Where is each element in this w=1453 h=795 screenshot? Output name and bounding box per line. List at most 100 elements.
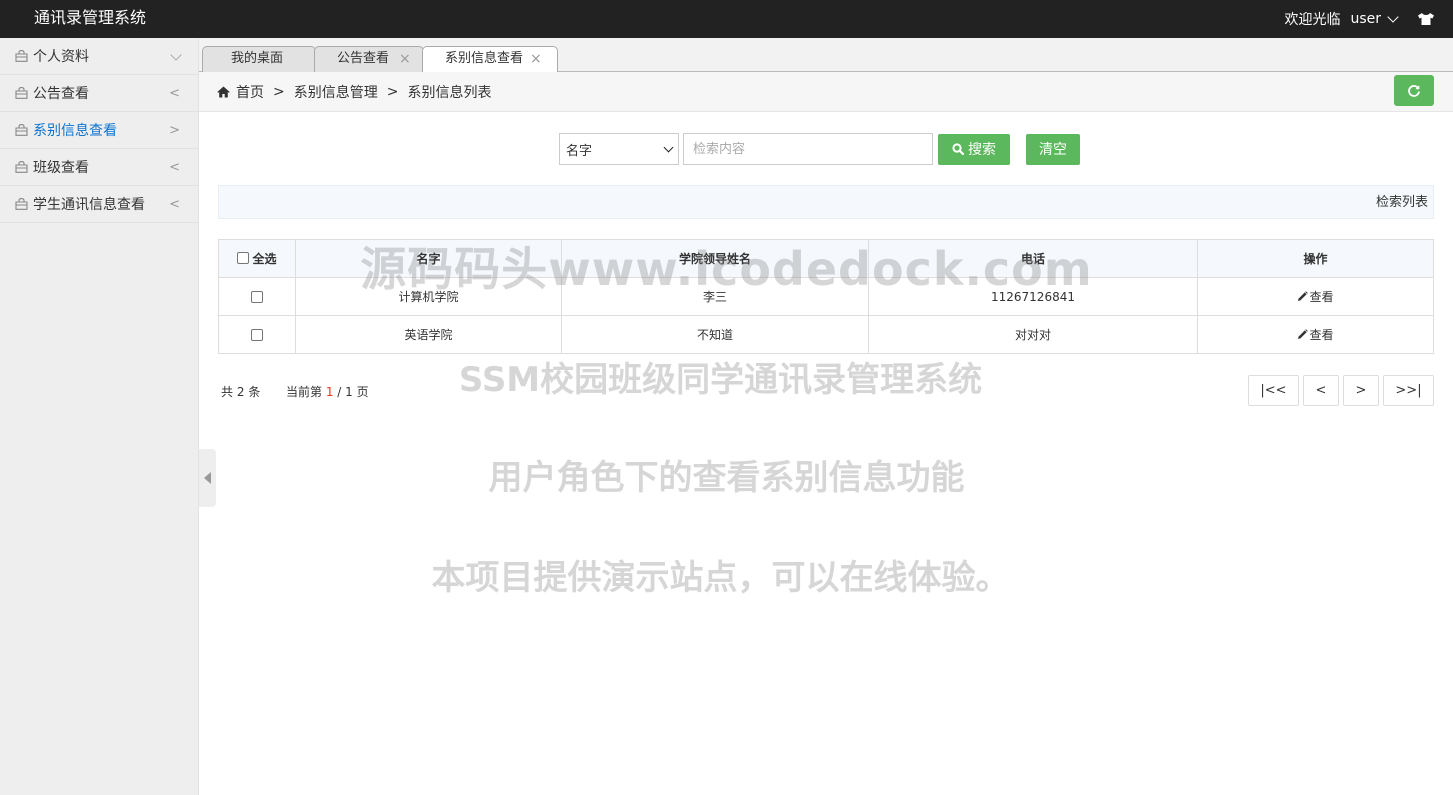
refresh-icon <box>1408 84 1420 97</box>
search-icon <box>952 143 964 155</box>
last-page-button[interactable]: >>| <box>1383 375 1434 406</box>
tab-label: 系别信息查看 <box>445 51 524 66</box>
sidebar-item-label: 个人资料 <box>33 49 89 65</box>
cell-name: 计算机学院 <box>295 277 562 316</box>
check-all-label: 全选 <box>252 251 277 266</box>
table-row: 英语学院 不知道 对对对 查看 <box>218 315 1434 354</box>
sidebar-collapse-handle[interactable] <box>199 449 216 507</box>
welcome-text: 欢迎光临 <box>1284 12 1341 28</box>
chevron-down-icon <box>1387 10 1399 23</box>
cell-phone: 11267126841 <box>868 277 1198 316</box>
tab-bar: 我的桌面 公告查看 × 系别信息查看 × <box>199 38 1453 73</box>
cell-phone: 对对对 <box>868 315 1198 354</box>
pencil-icon <box>1298 329 1309 339</box>
watermark-text: SSM校园班级同学通讯录管理系统 <box>458 360 983 400</box>
search-field-select[interactable]: 名字 <box>559 133 679 165</box>
bag-icon <box>15 124 28 136</box>
bag-icon <box>15 198 28 210</box>
cell-action: 查看 <box>1197 277 1434 316</box>
result-title: 检索列表 <box>1375 195 1428 210</box>
sidebar-item-department[interactable]: 系别信息查看 > <box>0 112 198 149</box>
sidebar-item-class[interactable]: 班级查看 < <box>0 149 198 186</box>
prev-page-button[interactable]: < <box>1303 375 1339 406</box>
total-count: 2 <box>236 385 245 399</box>
chevron-right-icon: > <box>169 123 180 138</box>
sidebar-item-label: 学生通讯信息查看 <box>33 197 145 213</box>
checkbox[interactable] <box>237 252 250 265</box>
row-checkbox-cell <box>218 315 296 354</box>
sidebar-item-label: 系别信息查看 <box>33 123 117 139</box>
tab-desktop[interactable]: 我的桌面 <box>202 46 316 72</box>
current-page: 1 <box>325 385 334 399</box>
refresh-button[interactable] <box>1394 75 1434 106</box>
close-icon[interactable]: × <box>399 47 411 71</box>
cell-leader: 不知道 <box>561 315 869 354</box>
chevron-left-icon: < <box>169 86 180 101</box>
pencil-icon <box>1298 291 1309 301</box>
column-header: 操作 <box>1197 239 1434 278</box>
table-row: 计算机学院 李三 11267126841 查看 <box>218 277 1434 316</box>
close-icon[interactable]: × <box>530 47 542 71</box>
bag-icon <box>15 50 28 62</box>
pager-text: 条 <box>248 385 261 399</box>
page-count: 1 <box>345 385 353 399</box>
sidebar-item-label: 班级查看 <box>33 160 89 176</box>
view-label: 查看 <box>1309 290 1334 304</box>
cell-leader: 李三 <box>561 277 869 316</box>
header-check-all[interactable]: 全选 <box>218 239 296 278</box>
pager-text: / <box>337 385 342 399</box>
search-input[interactable] <box>683 133 933 165</box>
sidebar-item-notice[interactable]: 公告查看 < <box>0 75 198 112</box>
cell-name: 英语学院 <box>295 315 562 354</box>
row-checkbox-cell <box>218 277 296 316</box>
bag-icon <box>15 161 28 173</box>
cell-action: 查看 <box>1197 315 1434 354</box>
breadcrumb-separator: > <box>273 84 285 100</box>
chevron-down-icon <box>663 142 674 153</box>
select-value: 名字 <box>566 143 593 159</box>
sidebar: 个人资料 公告查看 < 系别信息查看 > 班级查看 < 学生通讯信息查看 < <box>0 38 199 795</box>
pager-text: 共 <box>221 385 234 399</box>
breadcrumb-level2: 系别信息列表 <box>407 85 492 101</box>
tab-notice[interactable]: 公告查看 × <box>314 46 424 72</box>
header-user-area: 欢迎光临 user <box>1284 0 1435 38</box>
breadcrumb-home[interactable]: 首页 <box>236 82 264 102</box>
tab-label: 公告查看 <box>337 51 390 66</box>
pager-text: 页 <box>356 385 369 399</box>
tab-department[interactable]: 系别信息查看 × <box>422 46 558 73</box>
pager-controls: |<< < > >>| <box>1244 375 1434 406</box>
view-label: 查看 <box>1309 328 1334 342</box>
watermark-text: 用户角色下的查看系别信息功能 <box>488 458 965 498</box>
view-link[interactable]: 查看 <box>1297 326 1334 343</box>
column-header: 电话 <box>868 239 1198 278</box>
user-name: user <box>1350 11 1381 27</box>
pager-text: 当前第 <box>285 385 322 399</box>
triangle-left-icon <box>204 472 211 484</box>
checkbox[interactable] <box>251 291 263 303</box>
breadcrumb-level1[interactable]: 系别信息管理 <box>294 82 378 102</box>
user-menu[interactable]: user <box>1350 10 1399 27</box>
app-title: 通讯录管理系统 <box>34 8 147 27</box>
pager-info: 共 2 条 当前第 1 / 1 页 <box>221 383 369 400</box>
watermark-text: 本项目提供演示站点，可以在线体验。 <box>431 558 1010 598</box>
first-page-button[interactable]: |<< <box>1248 375 1299 406</box>
tab-label: 我的桌面 <box>231 51 284 66</box>
result-header: 检索列表 <box>218 185 1434 219</box>
checkbox[interactable] <box>251 329 263 341</box>
next-page-button[interactable]: > <box>1343 375 1379 406</box>
sidebar-item-label: 公告查看 <box>33 86 89 102</box>
top-header: 通讯录管理系统 欢迎光临 user <box>0 0 1453 38</box>
search-button[interactable]: 搜索 <box>938 133 1010 165</box>
tshirt-icon[interactable] <box>1417 12 1435 26</box>
search-form: 名字 搜索 清空 <box>559 133 1080 165</box>
chevron-down-icon <box>170 49 182 61</box>
table-header-row: 全选 名字 学院领导姓名 电话 操作 <box>218 239 1434 278</box>
chevron-left-icon: < <box>169 160 180 175</box>
view-link[interactable]: 查看 <box>1297 288 1334 305</box>
department-table: 全选 名字 学院领导姓名 电话 操作 计算机学院 李三 11267126841 … <box>218 239 1434 354</box>
chevron-left-icon: < <box>169 197 180 212</box>
sidebar-item-student-contact[interactable]: 学生通讯信息查看 < <box>0 186 198 223</box>
breadcrumb-separator: > <box>386 84 399 100</box>
clear-button[interactable]: 清空 <box>1026 133 1080 165</box>
sidebar-item-profile[interactable]: 个人资料 <box>0 38 198 75</box>
